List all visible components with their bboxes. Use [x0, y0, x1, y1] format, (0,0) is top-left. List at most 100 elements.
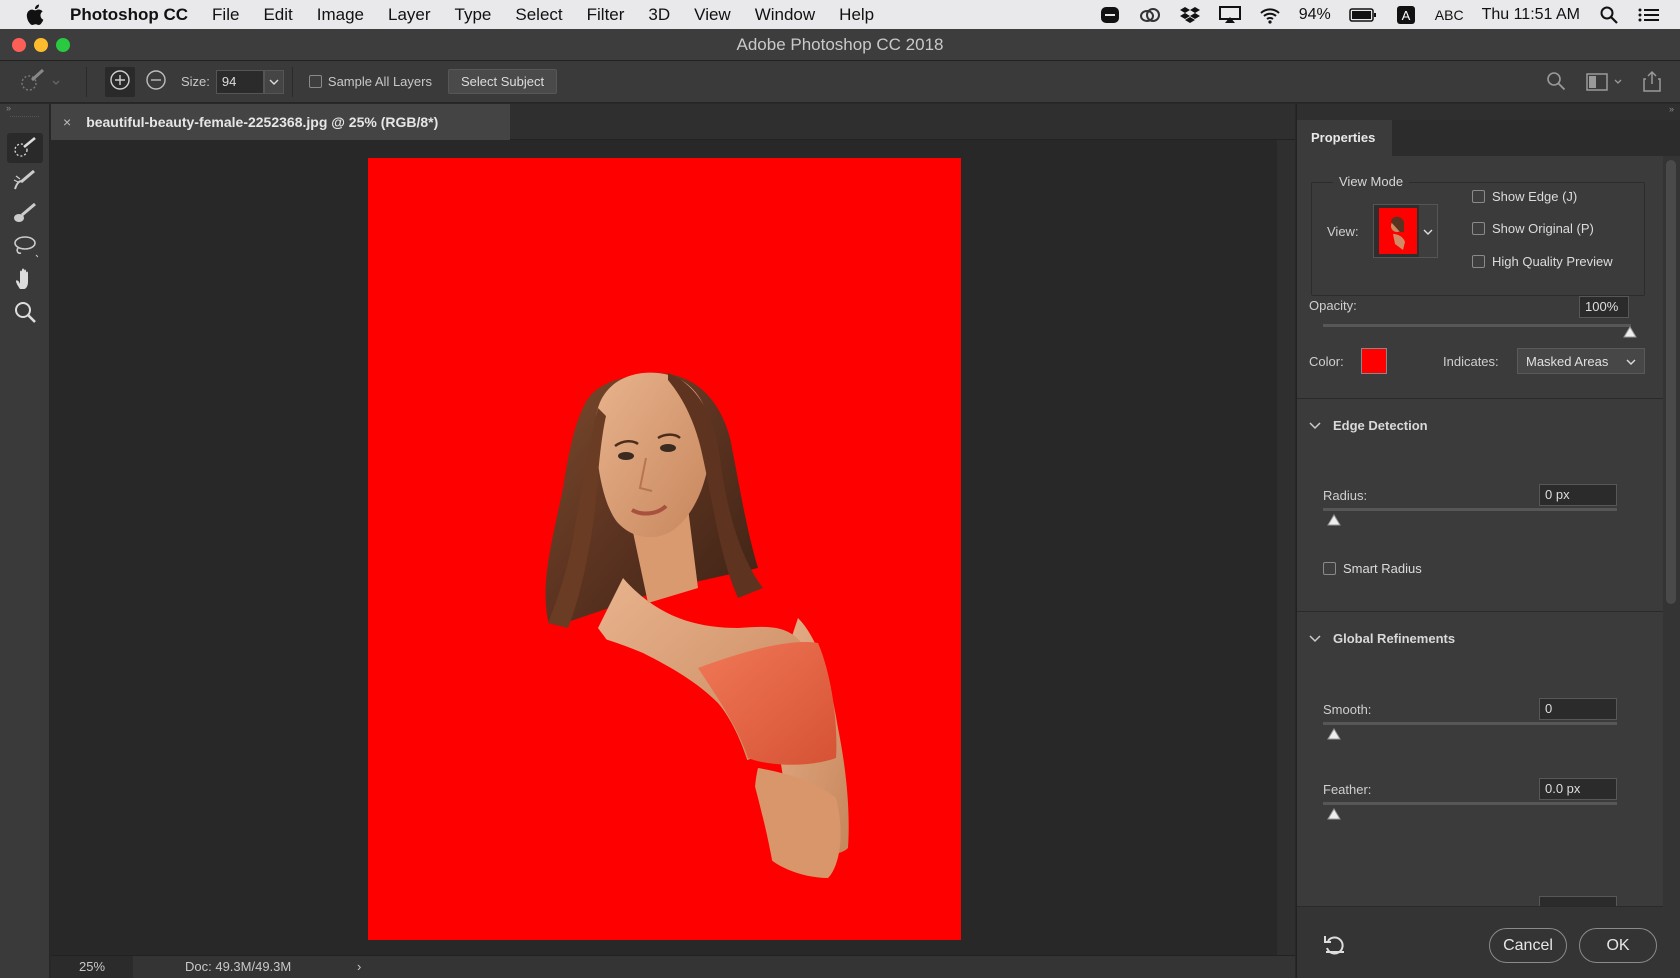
document-canvas[interactable] — [368, 158, 961, 940]
opacity-slider-track[interactable] — [1323, 324, 1631, 327]
smart-radius-checkbox[interactable] — [1323, 562, 1336, 575]
input-source-icon[interactable]: A — [1395, 5, 1417, 24]
menu-file[interactable]: File — [200, 0, 251, 29]
document-size-info: Doc: 49.3M/49.3M — [185, 959, 292, 974]
show-edge-checkbox[interactable] — [1472, 190, 1485, 203]
global-refinements-header[interactable]: Global Refinements — [1309, 631, 1455, 646]
view-label: View: — [1327, 224, 1359, 239]
opacity-input[interactable]: 100% — [1579, 296, 1629, 318]
overlay-color-swatch[interactable] — [1361, 348, 1387, 374]
tab-properties[interactable]: Properties — [1297, 120, 1392, 156]
select-subject-button[interactable]: Select Subject — [447, 69, 558, 94]
tools-panel: » — [0, 104, 50, 978]
add-to-selection-button[interactable] — [105, 66, 135, 97]
battery-percent: 94% — [1298, 5, 1331, 23]
smooth-input[interactable]: 0 — [1539, 698, 1617, 720]
feather-slider-knob[interactable] — [1327, 808, 1341, 823]
masked-photo — [368, 372, 849, 940]
menu-app-name[interactable]: Photoshop CC — [70, 0, 200, 29]
document-tab[interactable]: × beautiful-beauty-female-2252368.jpg @ … — [51, 104, 510, 140]
radius-slider-knob[interactable] — [1327, 514, 1341, 529]
smooth-label: Smooth: — [1323, 702, 1372, 717]
menu-image[interactable]: Image — [305, 0, 376, 29]
workspace-layout-icon[interactable] — [1586, 73, 1622, 91]
chevron-down-icon — [1423, 224, 1433, 239]
view-mode-picker[interactable] — [1373, 204, 1438, 258]
properties-content: View Mode View: Show Edge (J) Show Origi… — [1297, 156, 1663, 906]
brush-tool[interactable] — [7, 199, 43, 229]
share-icon[interactable] — [1642, 70, 1662, 95]
airplay-icon[interactable] — [1218, 5, 1241, 24]
radius-slider-track[interactable] — [1323, 508, 1617, 511]
menu-clock[interactable]: Thu 11:51 AM — [1482, 6, 1580, 24]
divider — [291, 66, 293, 97]
notification-center-icon[interactable] — [1638, 6, 1660, 24]
menu-select[interactable]: Select — [503, 0, 574, 29]
panel-scrollbar[interactable] — [1666, 160, 1676, 604]
options-bar-right — [1546, 61, 1662, 103]
opacity-label: Opacity: — [1309, 298, 1357, 313]
toolbar-grip[interactable] — [10, 116, 39, 130]
indicates-label: Indicates: — [1443, 354, 1499, 369]
cancel-button[interactable]: Cancel — [1489, 928, 1567, 963]
quick-selection-icon — [12, 135, 38, 162]
menu-layer[interactable]: Layer — [376, 0, 443, 29]
refine-edge-brush-icon — [12, 168, 38, 195]
smooth-slider-track[interactable] — [1323, 722, 1617, 725]
menu-3d[interactable]: 3D — [636, 0, 682, 29]
show-original-option[interactable]: Show Original (P) — [1472, 221, 1594, 236]
apple-icon[interactable] — [0, 0, 70, 29]
zoom-level[interactable]: 25% — [51, 956, 133, 978]
menu-help[interactable]: Help — [827, 0, 886, 29]
show-edge-option[interactable]: Show Edge (J) — [1472, 189, 1577, 204]
opacity-slider-knob[interactable] — [1623, 326, 1637, 341]
quick-selection-preset-icon — [20, 68, 46, 95]
wifi-icon[interactable] — [1259, 6, 1281, 24]
thumbnail-image — [1391, 216, 1405, 250]
ok-button[interactable]: OK — [1579, 928, 1657, 963]
chevron-down-icon — [1309, 418, 1321, 433]
smart-radius-option[interactable]: Smart Radius — [1323, 561, 1422, 576]
smooth-slider-knob[interactable] — [1327, 728, 1341, 743]
menu-edit[interactable]: Edit — [251, 0, 304, 29]
lasso-tool[interactable] — [7, 232, 43, 262]
high-quality-preview-option[interactable]: High Quality Preview — [1472, 254, 1613, 269]
search-icon[interactable] — [1546, 71, 1566, 94]
spotlight-search-icon[interactable] — [1598, 6, 1620, 24]
dropbox-icon[interactable] — [1179, 6, 1201, 24]
high-quality-preview-checkbox[interactable] — [1472, 255, 1485, 268]
radius-input[interactable]: 0 px — [1539, 484, 1617, 506]
notes-icon[interactable] — [1099, 6, 1121, 24]
zoom-tool[interactable] — [7, 298, 43, 328]
view-mode-dropdown[interactable] — [1419, 205, 1437, 257]
menu-type[interactable]: Type — [443, 0, 504, 29]
indicates-dropdown[interactable]: Masked Areas — [1517, 348, 1645, 374]
status-menu-arrow[interactable]: › — [357, 956, 361, 978]
menu-window[interactable]: Window — [743, 0, 827, 29]
creative-cloud-icon[interactable] — [1139, 6, 1161, 24]
battery-icon[interactable] — [1349, 6, 1377, 24]
menu-bar: Photoshop CC File Edit Image Layer Type … — [0, 0, 1680, 29]
panel-collapse-bar[interactable]: » — [1297, 104, 1680, 120]
tool-preset-picker[interactable] — [20, 67, 80, 97]
hand-tool[interactable] — [7, 265, 43, 295]
close-tab-button[interactable]: × — [63, 114, 71, 130]
sample-all-layers-checkbox[interactable] — [308, 75, 322, 88]
subtract-from-selection-button[interactable] — [141, 67, 171, 97]
menu-view[interactable]: View — [682, 0, 743, 29]
show-original-checkbox[interactable] — [1472, 222, 1485, 235]
quick-selection-tool[interactable] — [7, 133, 43, 163]
menu-filter[interactable]: Filter — [575, 0, 637, 29]
edge-detection-header[interactable]: Edge Detection — [1309, 418, 1428, 433]
plus-brush-icon — [108, 68, 132, 95]
reset-icon[interactable] — [1323, 933, 1347, 958]
feather-input[interactable]: 0.0 px — [1539, 778, 1617, 800]
canvas-vertical-scrollbar[interactable] — [1277, 140, 1295, 955]
brush-size-input[interactable]: 94 — [215, 69, 264, 94]
collapse-toolbar-icon[interactable]: » — [0, 104, 49, 113]
view-thumbnail — [1379, 208, 1417, 254]
feather-slider-track[interactable] — [1323, 802, 1617, 805]
brush-size-dropdown[interactable] — [263, 69, 284, 94]
next-field-partial[interactable] — [1539, 896, 1617, 906]
refine-edge-brush-tool[interactable] — [7, 166, 43, 196]
